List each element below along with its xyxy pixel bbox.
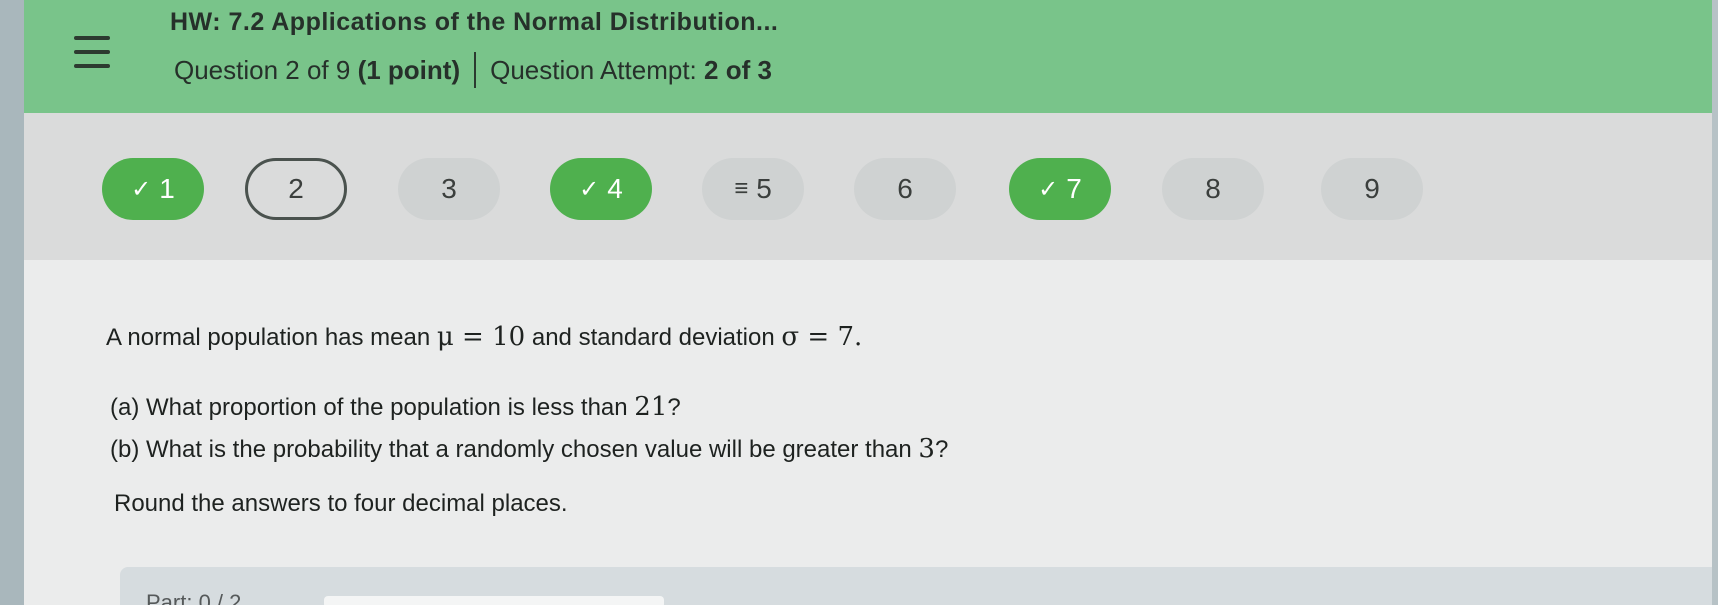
question-counter: Question 2 of 9 (174, 54, 351, 85)
question-pill-8[interactable]: 8 (1162, 158, 1264, 220)
part-a-value: 21 (634, 392, 668, 422)
question-number: 9 (1364, 173, 1380, 204)
question-number: 5 (756, 173, 772, 204)
question-pill-1[interactable]: ✓ 1 (102, 158, 204, 220)
part-a-question: (a) What proportion of the population is… (110, 392, 681, 422)
rounding-note: Round the answers to four decimal places… (114, 490, 568, 517)
question-number: 3 (441, 173, 457, 204)
question-number: 6 (897, 173, 913, 204)
problem-statement: A normal population has mean μ = 10 and … (106, 322, 862, 352)
question-number: 7 (1066, 173, 1082, 204)
problem-intro: A normal population has mean (106, 324, 437, 351)
part-b-question: (b) What is the probability that a rando… (110, 434, 948, 464)
question-pill-7[interactable]: ✓ 7 (1009, 158, 1111, 220)
question-number: 1 (159, 173, 175, 204)
partial-icon: ≡ (734, 175, 749, 202)
question-number: 8 (1205, 173, 1221, 204)
mean-expression: μ = 10 (436, 322, 526, 352)
part-b-value: 3 (918, 434, 935, 464)
check-icon: ✓ (579, 175, 600, 203)
problem-intro-cont: and standard deviation (525, 324, 782, 351)
part-a-text: (a) What proportion of the population is… (110, 394, 635, 421)
part-a-end: ? (667, 394, 681, 421)
attempt-label: Question Attempt: (490, 54, 697, 85)
part-b-text: (b) What is the probability that a rando… (110, 436, 919, 463)
attempt-value: 2 of 3 (704, 54, 772, 85)
question-pill-9[interactable]: 9 (1321, 158, 1423, 220)
question-pill-5[interactable]: ≡ 5 (702, 158, 804, 220)
part-progress-label: Part: 0 / 2 (146, 590, 242, 605)
header-divider (474, 52, 477, 88)
question-number: 4 (607, 173, 623, 204)
question-number: 2 (288, 173, 304, 204)
part-progress-bar (324, 596, 664, 605)
sd-expression: σ = 7 (781, 322, 854, 352)
device-bezel-left (0, 0, 24, 605)
question-pill-2[interactable]: 2 (245, 158, 347, 220)
assignment-title: HW: 7.2 Applications of the Normal Distr… (170, 8, 779, 36)
device-bezel-right (1712, 0, 1718, 605)
question-pill-3[interactable]: 3 (398, 158, 500, 220)
assignment-screen: HW: 7.2 Applications of the Normal Distr… (24, 0, 1712, 605)
question-content (24, 260, 1712, 605)
question-pill-4[interactable]: ✓ 4 (550, 158, 652, 220)
part-b-end: ? (934, 436, 949, 463)
check-icon: ✓ (131, 175, 152, 203)
question-points: (1 point) (357, 54, 461, 85)
question-info: Question 2 of 9 (1 point) Question Attem… (174, 52, 772, 88)
problem-period: . (853, 322, 863, 352)
assignment-header: HW: 7.2 Applications of the Normal Distr… (24, 0, 1712, 113)
menu-icon[interactable] (72, 32, 112, 72)
check-icon: ✓ (1038, 175, 1059, 203)
question-pill-6[interactable]: 6 (854, 158, 956, 220)
